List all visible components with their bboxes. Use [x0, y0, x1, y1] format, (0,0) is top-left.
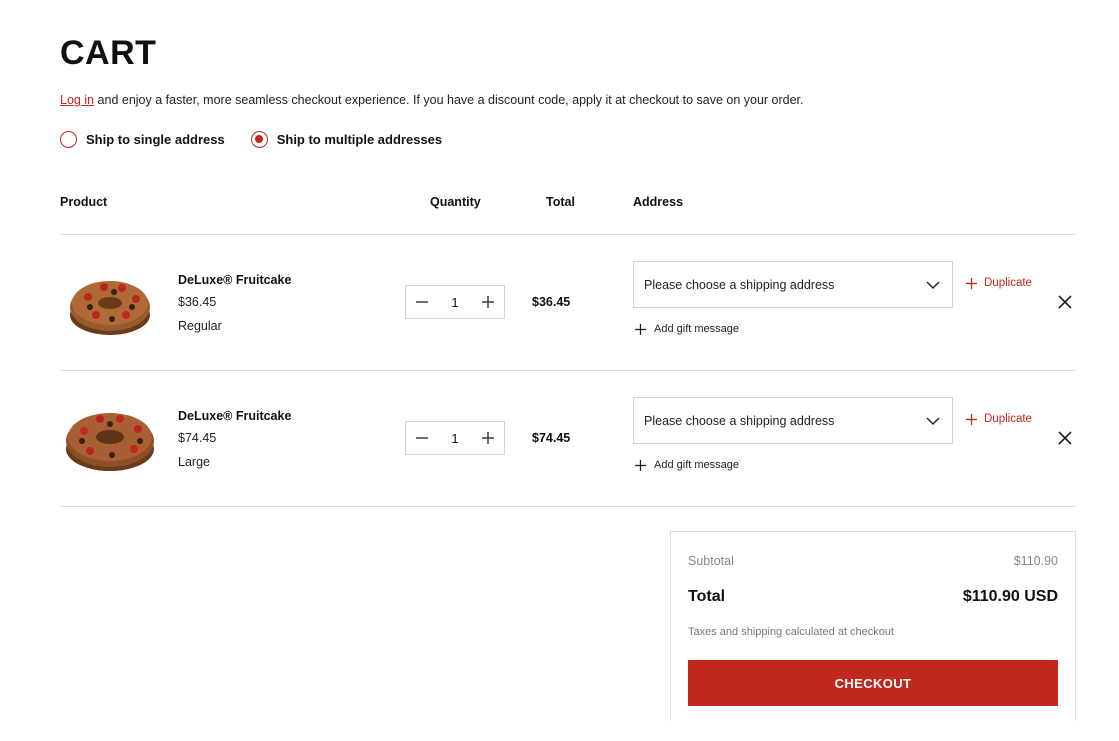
product-variant: Regular [178, 319, 222, 333]
shipping-mode-options: Ship to single address Ship to multiple … [60, 131, 442, 148]
ship-multiple-label: Ship to multiple addresses [276, 132, 443, 147]
column-header-address: Address [633, 195, 684, 209]
ship-single-option[interactable]: Ship to single address [60, 131, 225, 148]
cart-row: DeLuxe® Fruitcake $36.45 Regular 1 $36.4… [60, 235, 1076, 371]
login-prompt-text: and enjoy a faster, more seamless checko… [94, 93, 804, 107]
quantity-decrease-button[interactable] [414, 294, 430, 310]
total-label: Total [688, 588, 726, 605]
fruitcake-image [70, 281, 150, 335]
plus-icon [635, 323, 646, 335]
product-name[interactable]: DeLuxe® Fruitcake [178, 409, 291, 423]
chevron-down-icon [926, 280, 940, 289]
chevron-down-icon [926, 416, 940, 425]
order-summary: Subtotal $110.90 Total $110.90 USD Taxes… [670, 531, 1076, 721]
column-header-quantity: Quantity [430, 195, 481, 209]
table-divider [60, 506, 1076, 507]
duplicate-label: Duplicate [984, 277, 1032, 289]
subtotal-value: $110.90 [1013, 554, 1058, 568]
shipping-address-placeholder: Please choose a shipping address [644, 413, 835, 428]
line-total: $36.45 [532, 295, 571, 309]
ship-multiple-radio[interactable] [250, 131, 268, 148]
page-title: CART [60, 34, 157, 72]
shipping-address-select[interactable]: Please choose a shipping address [633, 397, 953, 444]
add-gift-message-button[interactable]: Add gift message [635, 459, 739, 471]
plus-icon [966, 413, 977, 425]
minus-icon [416, 301, 428, 303]
cart-row: DeLuxe® Fruitcake $74.45 Large 1 $74.45 … [60, 371, 1076, 507]
shipping-address-placeholder: Please choose a shipping address [644, 277, 835, 292]
quantity-decrease-button[interactable] [414, 430, 430, 446]
quantity-stepper: 1 [405, 421, 505, 455]
login-prompt: Log in and enjoy a faster, more seamless… [60, 93, 804, 107]
ship-multiple-option[interactable]: Ship to multiple addresses [250, 131, 443, 148]
plus-icon [966, 277, 977, 289]
minus-icon [416, 437, 428, 439]
tax-shipping-note: Taxes and shipping calculated at checkou… [688, 626, 895, 638]
product-price: $36.45 [178, 295, 217, 309]
product-name[interactable]: DeLuxe® Fruitcake [178, 273, 291, 287]
quantity-increase-button[interactable] [480, 430, 496, 446]
gift-message-label: Add gift message [654, 459, 739, 471]
duplicate-label: Duplicate [984, 413, 1032, 425]
column-header-product: Product [60, 195, 108, 209]
plus-icon [635, 459, 646, 471]
gift-message-label: Add gift message [654, 323, 739, 335]
total-value: $110.90 USD [962, 588, 1058, 605]
fruitcake-image [66, 413, 154, 471]
checkout-button[interactable]: CHECKOUT [688, 660, 1058, 706]
quantity-increase-button[interactable] [480, 294, 496, 310]
quantity-value[interactable]: 1 [451, 295, 458, 310]
quantity-stepper: 1 [405, 285, 505, 319]
close-icon[interactable] [1057, 294, 1073, 310]
product-price: $74.45 [178, 431, 217, 445]
shipping-address-select[interactable]: Please choose a shipping address [633, 261, 953, 308]
line-total: $74.45 [532, 431, 571, 445]
add-gift-message-button[interactable]: Add gift message [635, 323, 739, 335]
subtotal-label: Subtotal [688, 554, 734, 568]
login-link[interactable]: Log in [60, 93, 94, 107]
quantity-value[interactable]: 1 [451, 431, 458, 446]
duplicate-button[interactable]: Duplicate [966, 277, 1032, 289]
close-icon[interactable] [1057, 430, 1073, 446]
column-header-total: Total [546, 195, 575, 209]
ship-single-radio[interactable] [60, 131, 77, 148]
product-variant: Large [178, 455, 210, 469]
plus-icon [481, 432, 494, 444]
plus-icon [481, 296, 494, 308]
ship-single-label: Ship to single address [86, 132, 225, 147]
duplicate-button[interactable]: Duplicate [966, 413, 1032, 425]
